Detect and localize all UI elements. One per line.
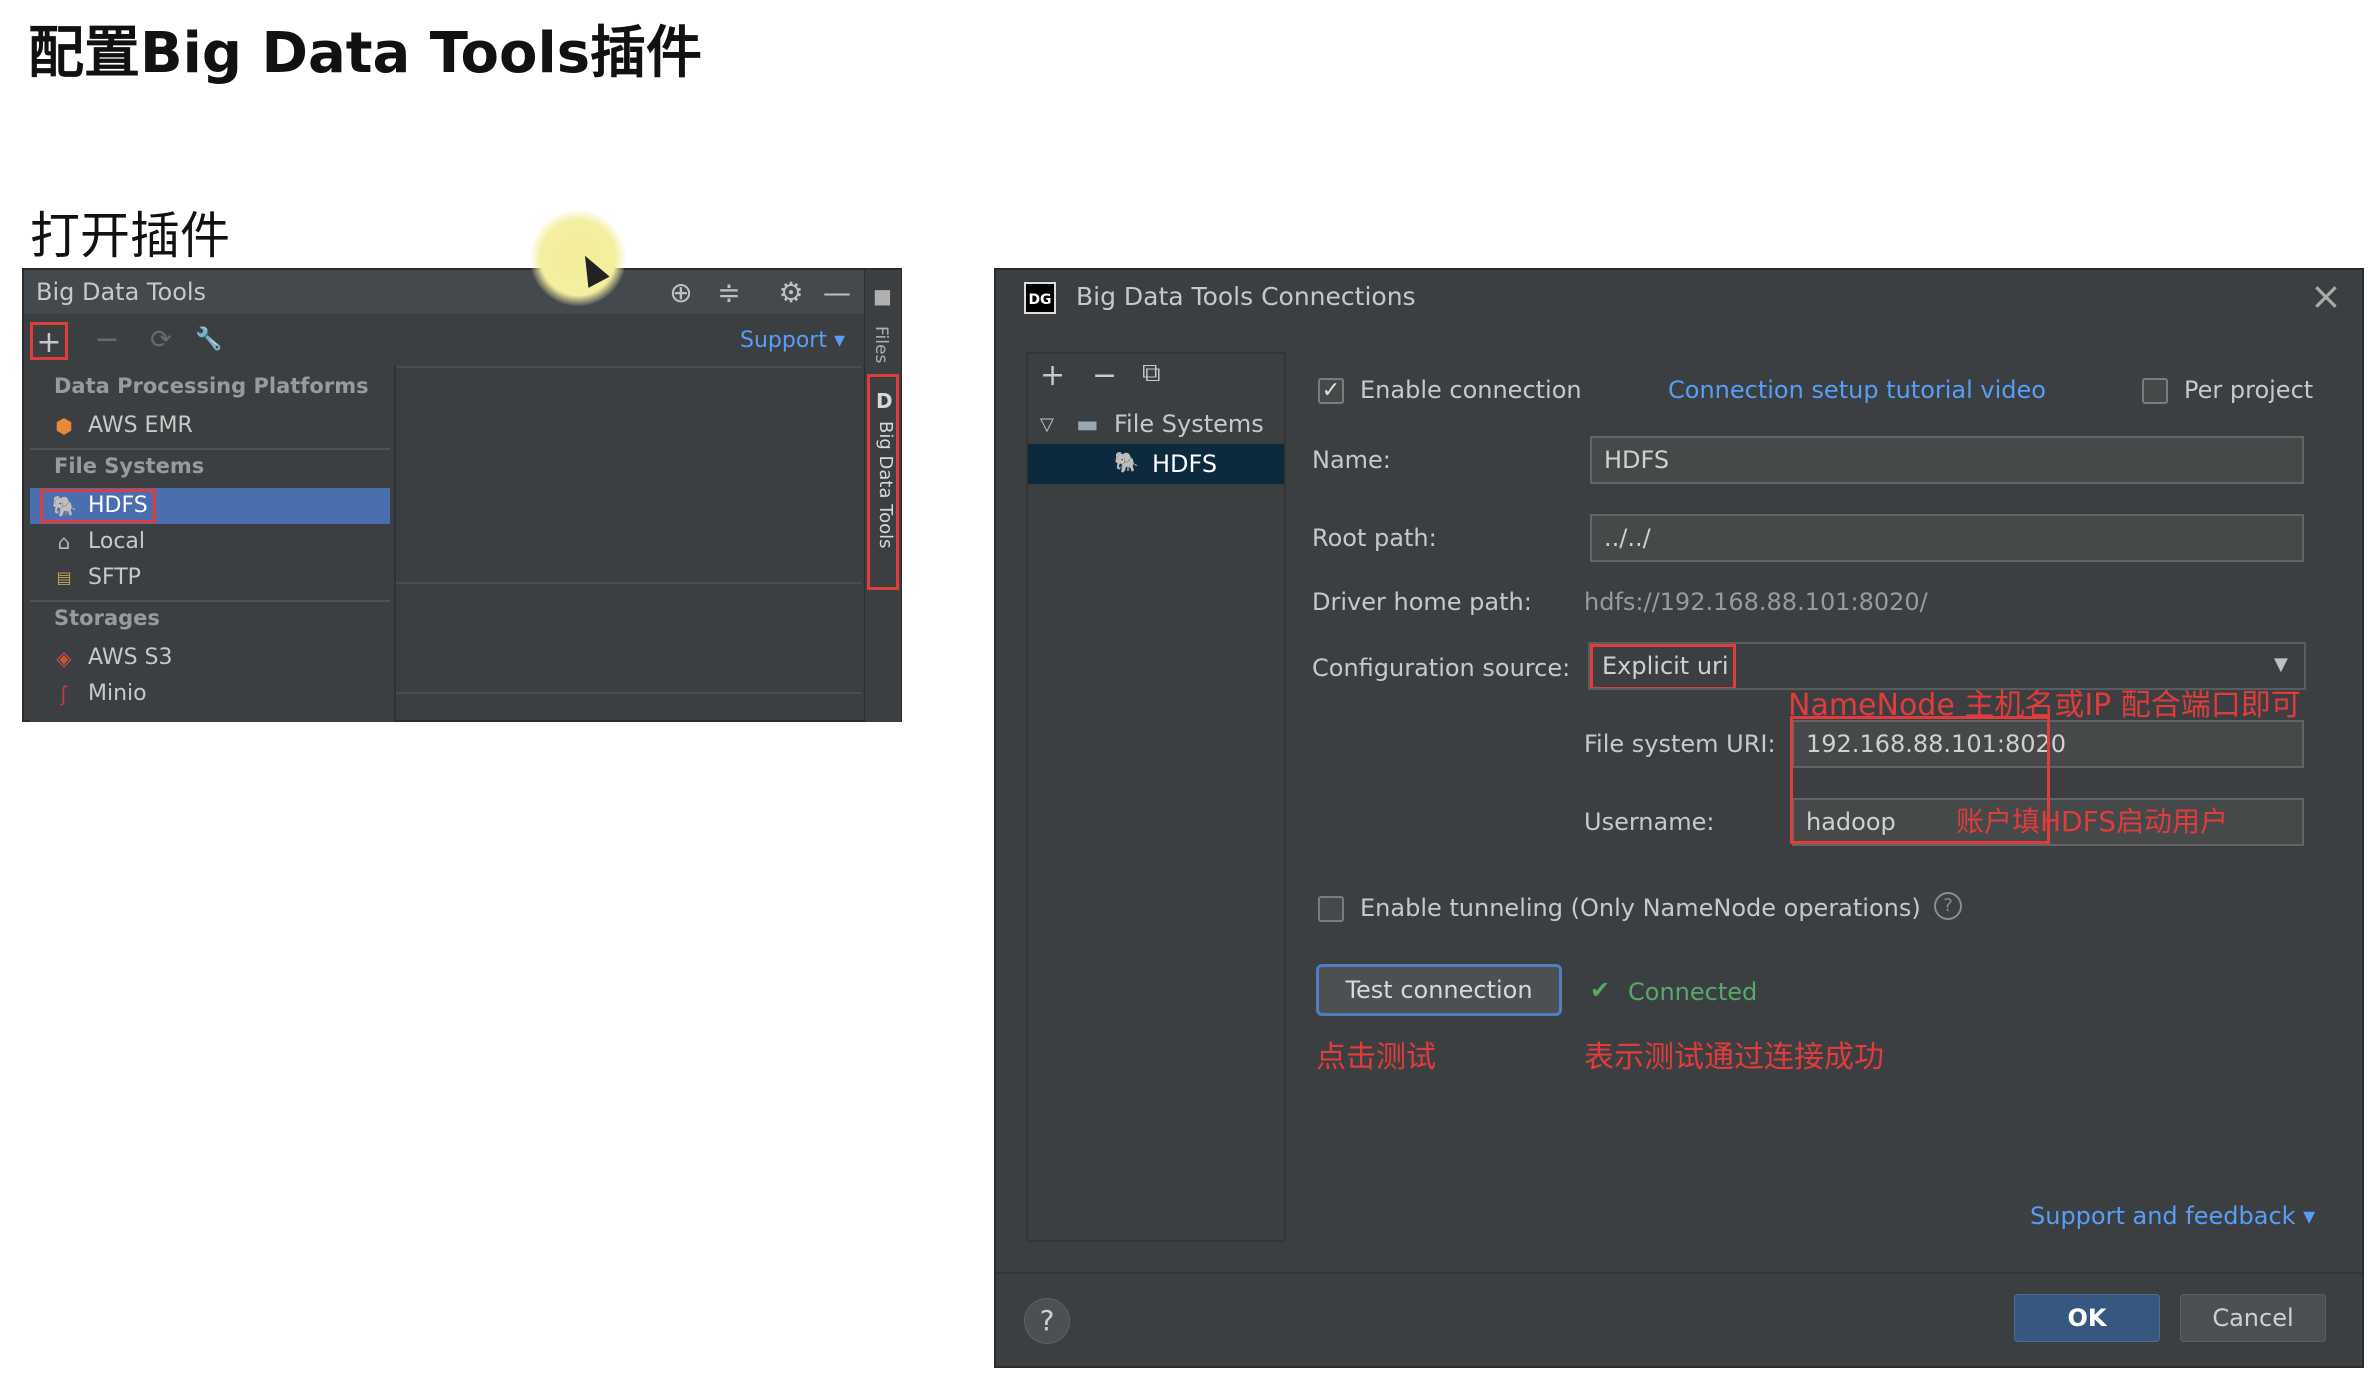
divider (396, 692, 862, 694)
chevron-down-icon: ▼ (2274, 654, 2288, 675)
click-test-annotation: 点击测试 (1316, 1040, 1436, 1075)
menu-item-minio[interactable]: ʃ Minio (30, 676, 390, 712)
close-icon[interactable]: × (2310, 274, 2342, 318)
footer-divider (996, 1272, 2362, 1274)
connected-status: Connected (1628, 978, 1758, 1006)
dialog-title: Big Data Tools Connections (1076, 282, 1416, 311)
tutorial-video-link[interactable]: Connection setup tutorial video (1668, 376, 2046, 404)
folder-icon: ▬ (1076, 410, 1099, 438)
add-button[interactable]: + (1040, 358, 1065, 393)
wrench-icon[interactable]: 🔧 (190, 322, 228, 360)
slide-title: 配置Big Data Tools插件 (28, 21, 703, 86)
menu-item-aws-emr[interactable]: ⬢ AWS EMR (30, 408, 390, 444)
home-icon: ⌂ (57, 530, 71, 554)
files-tab[interactable]: ■ Files (865, 280, 901, 380)
connections-dialog: DG Big Data Tools Connections × + − ⧉ ▽ … (994, 268, 2364, 1368)
big-data-tools-tab-icon: D (876, 389, 893, 413)
collapse-icon[interactable]: ≑ (712, 276, 746, 310)
file-system-uri-label: File system URI: (1584, 730, 1776, 758)
aws-s3-icon: ◈ (56, 646, 72, 670)
root-path-label: Root path: (1312, 524, 1437, 552)
username-label: Username: (1584, 808, 1715, 836)
menu-item-aws-s3[interactable]: ◈ AWS S3 (30, 640, 390, 676)
tree-node-label: HDFS (1152, 450, 1218, 478)
menu-item-local[interactable]: ⌂ Local (30, 524, 390, 560)
menu-item-hdfs[interactable]: 🐘 HDFS (30, 488, 390, 524)
files-tab-label: Files (871, 326, 891, 364)
enable-connection-label: Enable connection (1360, 376, 1582, 404)
remove-button[interactable]: − (88, 322, 126, 360)
panel-title-bar: Big Data Tools ⊕ ≑ ⚙ — (24, 270, 864, 314)
datagrip-logo-icon: DG (1024, 282, 1056, 314)
check-icon: ✔ (1590, 976, 1611, 1004)
connections-tree: + − ⧉ ▽ ▬ File Systems 🐘 HDFS (1026, 352, 1286, 1242)
menu-item-label: Local (88, 529, 146, 554)
chevron-down-icon: ▽ (1040, 414, 1054, 435)
driver-home-value: hdfs://192.168.88.101:8020/ (1584, 588, 1928, 616)
hdfs-icon: 🐘 (52, 494, 77, 518)
menu-item-label: SFTP (88, 565, 141, 590)
root-path-input[interactable]: ../../ (1590, 514, 2304, 562)
divider (396, 366, 862, 368)
configuration-source-value: Explicit uri (1602, 652, 1729, 680)
folder-icon: ■ (873, 284, 892, 308)
big-data-tools-panel: Big Data Tools ⊕ ≑ ⚙ — + − ⟳ 🔧 Support ▾… (22, 268, 902, 722)
ok-button[interactable]: OK (2014, 1294, 2160, 1342)
panel-toolbar: + − ⟳ 🔧 Support ▾ (24, 314, 864, 366)
test-success-annotation: 表示测试通过连接成功 (1584, 1040, 1884, 1075)
add-connection-button[interactable]: + (30, 322, 68, 360)
minimize-icon[interactable]: — (820, 276, 854, 310)
menu-separator (30, 600, 390, 602)
name-input[interactable]: HDFS (1590, 436, 2304, 484)
help-circle-icon[interactable]: ? (1934, 892, 1962, 920)
tree-toolbar: + − ⧉ (1028, 354, 1284, 400)
help-button[interactable]: ? (1024, 1298, 1070, 1344)
side-tool-strip: ■ Files D Big Data Tools (864, 270, 901, 722)
menu-item-label: Minio (88, 681, 147, 706)
sftp-icon: ▤ (56, 568, 72, 587)
minio-icon: ʃ (60, 682, 68, 706)
menu-separator (30, 448, 390, 450)
add-connection-menu: Data Processing Platforms ⬢ AWS EMR File… (30, 366, 396, 722)
menu-item-label: AWS S3 (88, 645, 173, 670)
menu-group-storages: Storages (54, 606, 160, 630)
big-data-tools-tab-label: Big Data Tools (875, 421, 896, 549)
gear-icon[interactable]: ⚙ (774, 276, 808, 310)
uri-username-highlight-box (1790, 716, 2050, 844)
support-dropdown[interactable]: Support ▾ (740, 328, 845, 353)
dialog-title-bar: DG Big Data Tools Connections × (996, 270, 2362, 326)
remove-button[interactable]: − (1092, 358, 1117, 393)
menu-item-label: HDFS (88, 493, 148, 518)
per-project-checkbox[interactable] (2142, 378, 2168, 404)
cancel-button[interactable]: Cancel (2180, 1294, 2326, 1342)
hdfs-icon: 🐘 (1114, 450, 1139, 474)
name-label: Name: (1312, 446, 1391, 474)
menu-group-data-processing: Data Processing Platforms (54, 374, 369, 398)
support-feedback-link[interactable]: Support and feedback ▾ (2030, 1202, 2315, 1230)
refresh-icon[interactable]: ⟳ (142, 322, 180, 360)
enable-tunneling-label: Enable tunneling (Only NameNode operatio… (1360, 894, 1921, 922)
tree-node-hdfs[interactable]: 🐘 HDFS (1028, 444, 1284, 484)
copy-icon[interactable]: ⧉ (1142, 358, 1161, 389)
test-connection-button[interactable]: Test connection (1316, 964, 1562, 1016)
panel-title: Big Data Tools (36, 278, 207, 306)
aws-emr-icon: ⬢ (55, 414, 73, 438)
enable-tunneling-checkbox[interactable] (1318, 896, 1344, 922)
crosshair-icon[interactable]: ⊕ (664, 276, 698, 310)
slide-subtitle: 打开插件 (30, 207, 230, 265)
enable-connection-checkbox[interactable]: ✓ (1318, 378, 1344, 404)
menu-item-sftp[interactable]: ▤ SFTP (30, 560, 390, 596)
menu-item-label: AWS EMR (88, 413, 193, 438)
menu-group-file-systems: File Systems (54, 454, 205, 478)
tree-node-label: File Systems (1114, 410, 1264, 438)
driver-home-label: Driver home path: (1312, 588, 1532, 616)
tree-node-file-systems[interactable]: ▽ ▬ File Systems (1028, 404, 1284, 444)
big-data-tools-tab[interactable]: D Big Data Tools (867, 374, 899, 590)
divider (396, 582, 862, 584)
configuration-source-label: Configuration source: (1312, 654, 1571, 682)
per-project-label: Per project (2184, 376, 2314, 404)
